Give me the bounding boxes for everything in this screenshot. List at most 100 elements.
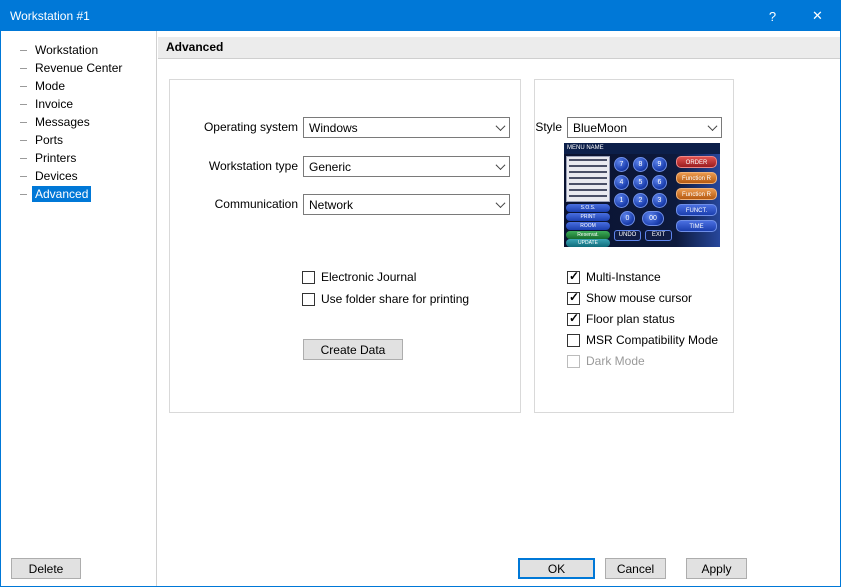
sidebar-item-label: Mode — [32, 78, 68, 94]
sidebar-item-label: Printers — [32, 150, 79, 166]
communication-select[interactable]: Network — [303, 194, 510, 215]
sidebar-item-invoice[interactable]: Invoice — [1, 95, 156, 113]
checkbox-show-mouse-cursor[interactable]: Show mouse cursor — [567, 290, 692, 306]
checkbox-label: Electronic Journal — [321, 270, 416, 284]
preview-menu-list — [566, 156, 610, 202]
workstation-type-label: Workstation type — [170, 156, 298, 177]
checkbox-label: Multi-Instance — [586, 270, 661, 284]
chevron-down-icon — [492, 157, 509, 176]
combo-value: Generic — [309, 160, 351, 174]
preview-key-3: 3 — [652, 193, 667, 208]
checkbox-box — [567, 355, 580, 368]
sidebar-item-messages[interactable]: Messages — [1, 113, 156, 131]
checkbox-box — [302, 293, 315, 306]
tree-dash-icon — [20, 68, 27, 69]
preview-sos-button: S.O.S. — [566, 204, 610, 212]
preview-key-5: 5 — [633, 175, 648, 190]
communication-label: Communication — [170, 194, 298, 215]
page-title: Advanced — [166, 40, 223, 54]
preview-key-2: 2 — [633, 193, 648, 208]
sidebar-item-label: Ports — [32, 132, 66, 148]
preview-key-8: 8 — [633, 157, 648, 172]
sidebar-item-label: Invoice — [32, 96, 76, 112]
combo-value: Network — [309, 198, 353, 212]
sidebar-item-label: Devices — [32, 168, 81, 184]
tree-dash-icon — [20, 86, 27, 87]
sidebar-item-revenue-center[interactable]: Revenue Center — [1, 59, 156, 77]
checkbox-floor-plan-status[interactable]: Floor plan status — [567, 311, 675, 327]
sidebar-item-printers[interactable]: Printers — [1, 149, 156, 167]
close-button[interactable]: ✕ — [795, 1, 840, 31]
checkbox-electronic-journal[interactable]: Electronic Journal — [302, 269, 416, 285]
operating-system-label: Operating system — [170, 117, 298, 138]
tree-dash-icon — [20, 176, 27, 177]
preview-funct-button: FUNCT. — [676, 204, 717, 216]
style-select[interactable]: BlueMoon — [567, 117, 722, 138]
sidebar-item-label: Advanced — [32, 186, 91, 202]
preview-undo-button: UNDO — [614, 230, 641, 241]
close-icon: ✕ — [812, 8, 823, 24]
tree-dash-icon — [20, 50, 27, 51]
sidebar-item-label: Workstation — [32, 42, 101, 58]
apply-button[interactable]: Apply — [686, 558, 747, 579]
sidebar-item-label: Messages — [32, 114, 93, 130]
sidebar-item-mode[interactable]: Mode — [1, 77, 156, 95]
titlebar[interactable]: Workstation #1 ? ✕ — [1, 1, 840, 31]
preview-reservation-button: Reservat. — [566, 231, 610, 239]
combo-value: Windows — [309, 121, 358, 135]
preview-time-button: TIME — [676, 220, 717, 232]
preview-order-button: ORDER — [676, 156, 717, 168]
preview-room-button: ROOM — [566, 222, 610, 230]
preview-menu-header: MENU NAME — [564, 143, 720, 154]
page-header: Advanced — [158, 37, 841, 59]
window-title: Workstation #1 — [1, 9, 90, 23]
tree-dash-icon — [20, 122, 27, 123]
combo-value: BlueMoon — [573, 121, 627, 135]
tree-dash-icon — [20, 140, 27, 141]
checkbox-box — [567, 313, 580, 326]
help-button[interactable]: ? — [750, 1, 795, 31]
checkbox-label: Use folder share for printing — [321, 292, 469, 306]
cancel-button[interactable]: Cancel — [605, 558, 666, 579]
checkbox-dark-mode: Dark Mode — [567, 353, 645, 369]
chevron-down-icon — [492, 118, 509, 137]
workstation-dialog: Workstation #1 ? ✕ Workstation Revenue C… — [0, 0, 841, 587]
checkbox-label: Dark Mode — [586, 354, 645, 368]
checkbox-box — [567, 271, 580, 284]
chevron-down-icon — [704, 118, 721, 137]
preview-exit-button: EXIT — [645, 230, 672, 241]
left-panel: Operating system Windows Workstation typ… — [169, 79, 521, 413]
checkbox-multi-instance[interactable]: Multi-Instance — [567, 269, 661, 285]
sidebar-item-devices[interactable]: Devices — [1, 167, 156, 185]
tree-dash-icon — [20, 158, 27, 159]
preview-update-button: UPDATE — [566, 239, 610, 247]
sidebar-item-ports[interactable]: Ports — [1, 131, 156, 149]
checkbox-label: MSR Compatibility Mode — [586, 333, 718, 347]
checkbox-box — [567, 292, 580, 305]
checkbox-msr-compatibility-mode[interactable]: MSR Compatibility Mode — [567, 332, 718, 348]
preview-key-9: 9 — [652, 157, 667, 172]
checkbox-label: Show mouse cursor — [586, 291, 692, 305]
ok-button[interactable]: OK — [518, 558, 595, 579]
tree-dash-icon — [20, 194, 27, 195]
preview-key-0: 0 — [620, 211, 635, 226]
sidebar: Workstation Revenue Center Mode Invoice … — [1, 31, 157, 587]
operating-system-select[interactable]: Windows — [303, 117, 510, 138]
preview-key-6: 6 — [652, 175, 667, 190]
workstation-type-select[interactable]: Generic — [303, 156, 510, 177]
preview-key-4: 4 — [614, 175, 629, 190]
checkbox-folder-share-printing[interactable]: Use folder share for printing — [302, 291, 469, 307]
sidebar-item-advanced[interactable]: Advanced — [1, 185, 156, 203]
style-preview-image: MENU NAME S.O.S. PRINT ROOM Reservat. UP… — [564, 143, 720, 247]
sidebar-item-workstation[interactable]: Workstation — [1, 41, 156, 59]
checkbox-box — [567, 334, 580, 347]
titlebar-buttons: ? ✕ — [750, 1, 840, 31]
preview-key-1: 1 — [614, 193, 629, 208]
create-data-button[interactable]: Create Data — [303, 339, 403, 360]
checkbox-box — [302, 271, 315, 284]
preview-key-7: 7 — [614, 157, 629, 172]
preview-function-r2-button: Function R — [676, 188, 717, 200]
preview-key-00: 00 — [642, 211, 664, 226]
delete-button[interactable]: Delete — [11, 558, 81, 579]
tree-dash-icon — [20, 104, 27, 105]
